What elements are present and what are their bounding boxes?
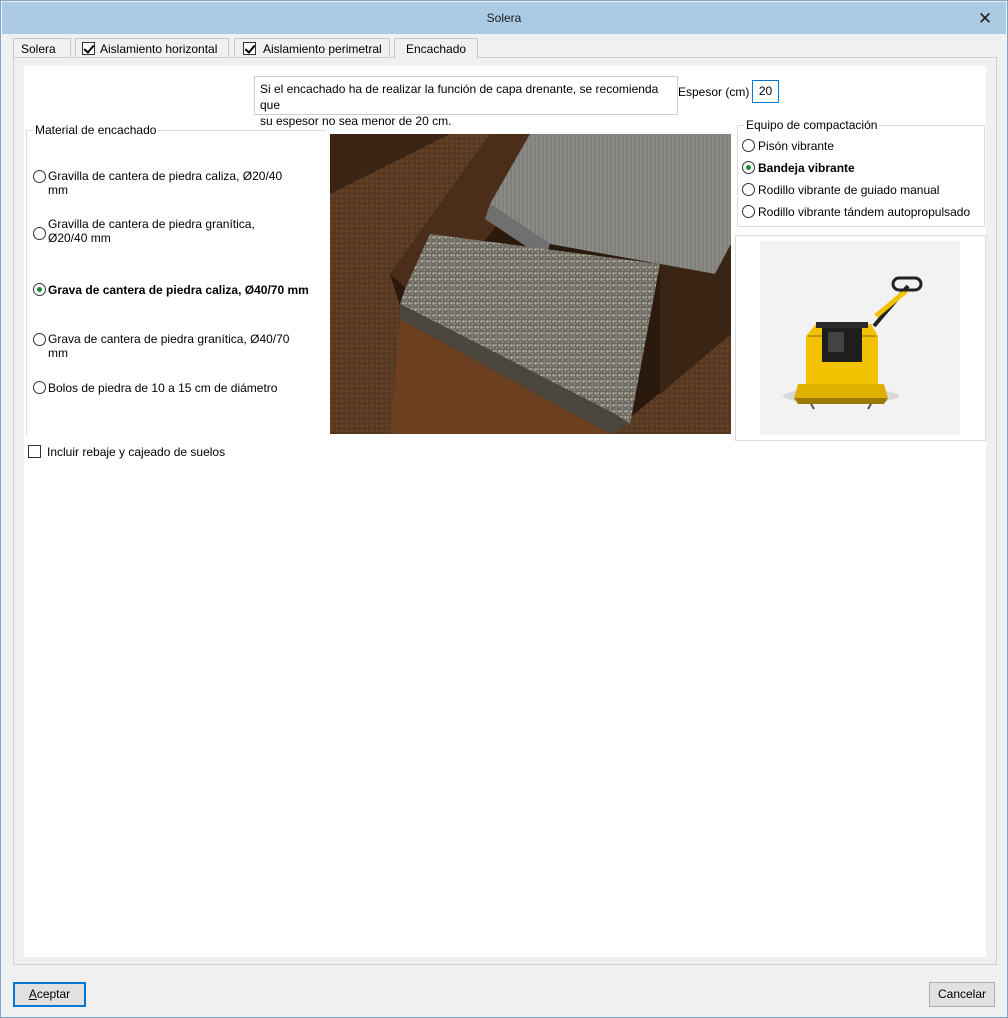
drainage-tip: Si el encachado ha de realizar la funció…	[254, 76, 678, 128]
equipo-option-2-label: Bandeja vibrante	[758, 161, 855, 175]
accept-button[interactable]: Aceptar	[13, 982, 86, 1007]
cancel-button[interactable]: Cancelar	[929, 982, 995, 1007]
option-line: mm	[48, 346, 68, 360]
tab-solera[interactable]: Solera	[13, 38, 71, 58]
tab-label: Solera	[21, 42, 56, 56]
material-group-title: Material de encachado	[33, 123, 159, 137]
material-option-4-label: Grava de cantera de piedra granítica, Ø4…	[48, 332, 289, 360]
gravel-trench-image	[330, 134, 731, 434]
close-icon[interactable]: ✕	[976, 10, 994, 28]
incluir-rebaje-checkbox[interactable]	[28, 445, 41, 458]
option-line: Gravilla de cantera de piedra caliza, Ø2…	[48, 169, 283, 183]
option-line: Ø20/40 mm	[48, 231, 111, 245]
material-radio-5[interactable]	[33, 381, 46, 394]
incluir-rebaje-label: Incluir rebaje y cajeado de suelos	[47, 445, 226, 459]
option-line: Grava de cantera de piedra granítica, Ø4…	[48, 332, 290, 346]
espesor-label: Espesor (cm)	[678, 85, 750, 99]
window-title: Solera	[486, 11, 522, 25]
tab-checkbox-aislamiento-horizontal[interactable]	[82, 42, 95, 55]
equipo-group: Equipo de compactación Pisón vibrante Ba…	[737, 118, 985, 227]
vibrating-plate-compactor-image	[735, 235, 986, 441]
accept-mnemonic: A	[28, 987, 37, 1001]
accept-label: ceptar	[36, 987, 71, 1001]
equipo-radio-4[interactable]	[742, 205, 755, 218]
encachado-content: Si el encachado ha de realizar la funció…	[24, 66, 986, 957]
equipo-option-1-label: Pisón vibrante	[758, 139, 835, 153]
material-option-2-label: Gravilla de cantera de piedra granítica,…	[48, 217, 255, 245]
tip-line-2: su espesor no sea menor de 20 cm.	[260, 114, 452, 128]
material-radio-2[interactable]	[33, 227, 46, 240]
equipo-option-4-label: Rodillo vibrante tándem autopropulsado	[758, 205, 971, 219]
material-radio-1[interactable]	[33, 170, 46, 183]
tab-label: Encachado	[406, 42, 467, 56]
material-radio-3[interactable]	[33, 283, 46, 296]
equipo-radio-3[interactable]	[742, 183, 755, 196]
espesor-input[interactable]: 20	[752, 80, 779, 103]
tab-encachado[interactable]: Encachado	[394, 38, 478, 59]
equipo-option-3-label: Rodillo vibrante de guiado manual	[758, 183, 940, 197]
material-option-5-label: Bolos de piedra de 10 a 15 cm de diámetr…	[48, 381, 278, 395]
title-bar: Solera ✕	[2, 2, 1006, 34]
option-line: mm	[48, 183, 68, 197]
equipo-group-title: Equipo de compactación	[744, 118, 880, 132]
dialog-window: Solera ✕ Solera Aislamiento horizontal A…	[0, 0, 1008, 1018]
tip-line-1: Si el encachado ha de realizar la funció…	[260, 82, 659, 112]
material-radio-4[interactable]	[33, 333, 46, 346]
equipo-radio-2[interactable]	[742, 161, 755, 174]
material-option-3-label: Grava de cantera de piedra caliza, Ø40/7…	[48, 283, 309, 297]
tab-aislamiento-horizontal[interactable]: Aislamiento horizontal	[75, 38, 229, 58]
tab-panel: Si el encachado ha de realizar la funció…	[13, 57, 997, 965]
tab-aislamiento-perimetral[interactable]: Aislamiento perimetral	[234, 38, 390, 58]
material-option-1-label: Gravilla de cantera de piedra caliza, Ø2…	[48, 169, 282, 197]
equipo-radio-1[interactable]	[742, 139, 755, 152]
option-line: Gravilla de cantera de piedra granítica,	[48, 217, 255, 231]
tab-label: Aislamiento horizontal	[100, 42, 218, 56]
gravel-trench-illustration	[330, 134, 731, 434]
tab-checkbox-aislamiento-perimetral[interactable]	[243, 42, 256, 55]
tab-label: Aislamiento perimetral	[263, 42, 382, 56]
material-group: Material de encachado Gravilla de canter…	[26, 123, 326, 435]
vibrating-plate-illustration	[783, 276, 923, 410]
